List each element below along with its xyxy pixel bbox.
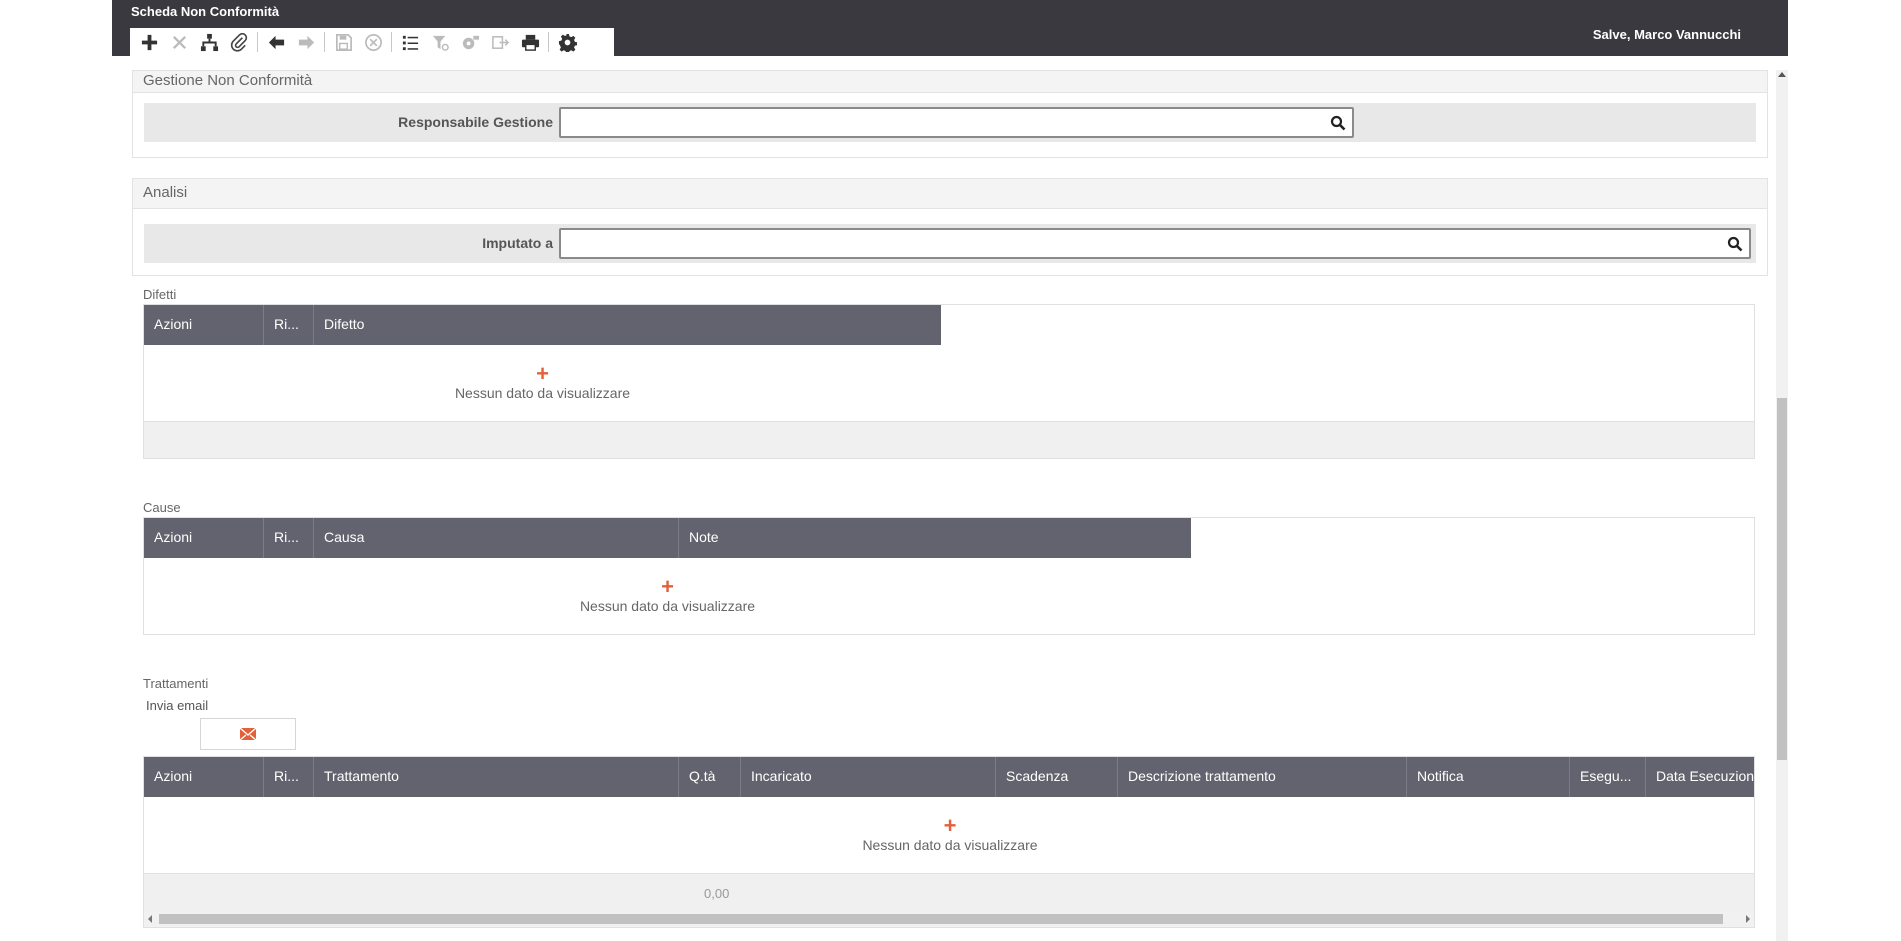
save-icon [335,33,352,51]
horizontal-scrollbar[interactable] [144,911,1754,927]
cause-grid-header: Azioni Ri... Causa Note [144,518,1191,558]
scroll-right-icon[interactable] [1746,915,1750,923]
hierarchy-button[interactable] [194,28,224,56]
scroll-left-icon[interactable] [148,915,152,923]
column-header-difetto[interactable]: Difetto [314,305,941,345]
save-button[interactable] [328,28,358,56]
user-greeting: Salve, Marco Vannucchi [1592,27,1741,42]
invia-email-label: Invia email [146,698,209,713]
settings-button[interactable] [455,28,485,56]
toolbar [130,28,614,56]
delete-icon [172,35,186,49]
add-row-icon[interactable]: + [661,576,674,598]
column-header-scadenza[interactable]: Scadenza [996,757,1118,797]
column-header-causa[interactable]: Causa [314,518,679,558]
add-row-icon[interactable]: + [536,363,549,385]
trattamenti-empty-state: + Nessun dato da visualizzare [144,797,1754,873]
arrow-left-icon [268,35,284,49]
delete-button[interactable] [164,28,194,56]
cancel-button[interactable] [358,28,388,56]
responsabile-label: Responsabile Gestione [398,114,553,130]
trattamenti-grid-header: Azioni Ri... Trattamento Q.tà Incaricato… [144,757,1754,797]
column-header-incaricato[interactable]: Incaricato [741,757,996,797]
trattamenti-grid-footer: 0,00 [144,873,1754,911]
next-button[interactable] [291,28,321,56]
column-header-descrizione[interactable]: Descrizione trattamento [1118,757,1407,797]
hierarchy-icon [200,33,218,51]
column-header-azioni[interactable]: Azioni [144,757,264,797]
add-icon [141,34,157,50]
column-header-data-esecuzione[interactable]: Data Esecuzione [1646,757,1754,797]
gestione-panel-title: Gestione Non Conformità [133,71,1767,93]
attachment-icon [230,32,247,52]
difetti-empty-state: + Nessun dato da visualizzare [144,345,941,421]
print-icon [521,34,539,51]
column-header-trattamento[interactable]: Trattamento [314,757,679,797]
scrollbar-thumb[interactable] [159,914,1723,924]
gestione-panel: Gestione Non Conformità Responsabile Ges… [132,70,1768,158]
export-button[interactable] [485,28,515,56]
difetti-grid-footer [144,421,1754,458]
responsabile-input[interactable] [559,107,1354,138]
toolbar-separator [257,32,258,52]
form-content[interactable]: Gestione Non Conformità Responsabile Ges… [112,56,1788,941]
export-icon [491,35,509,49]
cause-grid: Azioni Ri... Causa Note + Nessun dato da… [143,517,1755,635]
cancel-icon [364,33,382,51]
analisi-panel-title: Analisi [133,179,1767,209]
add-row-icon[interactable]: + [944,815,957,837]
list-icon [402,35,418,50]
page-title: Scheda Non Conformità [131,4,280,19]
settings-gear-icon [462,35,479,49]
toolbar-separator [548,32,549,52]
column-header-riga[interactable]: Ri... [264,518,314,558]
gear-icon [558,33,577,52]
difetti-grid: Azioni Ri... Difetto + Nessun dato da vi… [143,304,1755,459]
analisi-panel: Analisi Imputato a [132,178,1768,276]
empty-message: Nessun dato da visualizzare [862,837,1038,853]
qta-total: 0,00 [704,886,730,901]
difetti-label: Difetti [143,287,177,302]
options-button[interactable] [552,28,582,56]
empty-message: Nessun dato da visualizzare [454,385,631,401]
vertical-scrollbar[interactable] [1776,70,1788,941]
attachment-button[interactable] [224,28,254,56]
list-button[interactable] [395,28,425,56]
previous-button[interactable] [261,28,291,56]
column-header-qta[interactable]: Q.tà [679,757,741,797]
toolbar-separator [324,32,325,52]
filter-icon [432,35,449,51]
cause-label: Cause [143,500,181,515]
search-icon[interactable] [1330,115,1346,131]
imputato-label: Imputato a [482,235,553,251]
responsabile-row: Responsabile Gestione [144,103,1756,142]
trattamenti-label: Trattamenti [143,676,209,691]
column-header-note[interactable]: Note [679,518,1191,558]
column-header-eseguito[interactable]: Esegu... [1570,757,1646,797]
column-header-notifica[interactable]: Notifica [1407,757,1570,797]
cause-empty-state: + Nessun dato da visualizzare [144,558,1191,634]
column-header-riga[interactable]: Ri... [264,757,314,797]
trattamenti-grid: Azioni Ri... Trattamento Q.tà Incaricato… [143,756,1755,928]
scrollbar-thumb[interactable] [1777,398,1787,760]
top-bar: Scheda Non Conformità Salve, Marco Vannu… [112,0,1788,56]
empty-message: Nessun dato da visualizzare [579,598,756,614]
column-header-azioni[interactable]: Azioni [144,518,264,558]
difetti-grid-header: Azioni Ri... Difetto [144,305,941,345]
search-icon[interactable] [1727,236,1743,252]
imputato-row: Imputato a [144,224,1756,263]
column-header-azioni[interactable]: Azioni [144,305,264,345]
imputato-input[interactable] [559,228,1751,259]
app-window: Scheda Non Conformità Salve, Marco Vannu… [112,0,1788,941]
toolbar-separator [391,32,392,52]
send-email-button[interactable] [200,718,296,750]
arrow-right-icon [298,35,314,49]
print-button[interactable] [515,28,545,56]
scroll-up-icon[interactable] [1778,72,1786,77]
envelope-icon [239,727,257,741]
column-header-riga[interactable]: Ri... [264,305,314,345]
add-button[interactable] [134,28,164,56]
filter-button[interactable] [425,28,455,56]
